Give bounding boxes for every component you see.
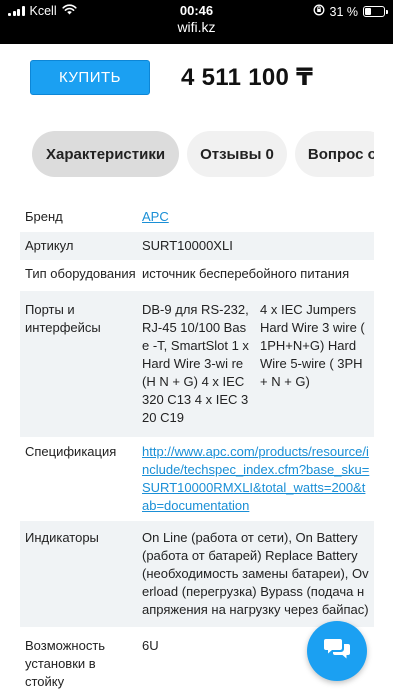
tab-question[interactable]: Вопрос о [294,131,374,177]
orientation-lock-icon [313,4,325,19]
spec-row-indicators: Индикаторы On Line (работа от сети), On … [20,521,374,627]
spec-label: Бренд [25,209,63,224]
brand-link[interactable]: APC [142,209,169,224]
price: 4 511 100 ₸ [181,64,314,91]
specs-table: Бренд APC Артикул SURT10000XLI Тип обору… [20,202,374,697]
spec-row-ports: Порты и интерфейсы DB-9 для RS-232, RJ-4… [20,291,374,437]
spec-row-specification: Спецификация http://www.apc.com/products… [20,437,374,521]
address-url[interactable]: wifi.kz [0,18,393,36]
ports-list-1: DB-9 для RS-232, RJ-45 10/100 Base -T, S… [142,302,249,425]
tab-reviews[interactable]: Отзывы 0 [187,131,287,177]
chat-button[interactable] [307,621,367,681]
spec-label: Порты и интерфейсы [25,302,101,335]
spec-value: On Line (работа от сети), On Battery (ра… [142,530,369,617]
battery-level [365,8,371,15]
ports-list-2: 4 x IEC Jumpers Hard Wire 3 wire ( 1PH+N… [260,302,365,389]
chat-bubbles-icon [323,636,351,667]
specification-link[interactable]: http://www.apc.com/products/resource/inc… [142,444,369,513]
spec-label: Индикаторы [25,530,99,545]
spec-value: SURT10000XLI [142,238,233,253]
spec-label: Спецификация [25,444,117,459]
spec-value: источник бесперебойного питания [142,266,350,281]
tab-characteristics[interactable]: Характеристики [32,131,180,177]
status-bar: Kcell 00:46 wifi.kz 31 % [0,0,393,44]
spec-row-type: Тип оборудования источник бесперебойного… [20,260,374,291]
spec-row-article: Артикул SURT10000XLI [20,232,374,260]
status-right: 31 % [313,4,388,19]
battery-icon [363,6,388,17]
spec-row-brand: Бренд APC [20,202,374,232]
tabs-bar[interactable]: Характеристики Отзывы 0 Вопрос о [32,131,374,177]
spec-label: Возможность установки в стойку [25,638,106,689]
spec-label: Артикул [25,238,74,253]
battery-percent: 31 % [329,4,359,19]
buy-button[interactable]: КУПИТЬ [30,60,150,95]
spec-label: Тип оборудования [25,266,136,281]
